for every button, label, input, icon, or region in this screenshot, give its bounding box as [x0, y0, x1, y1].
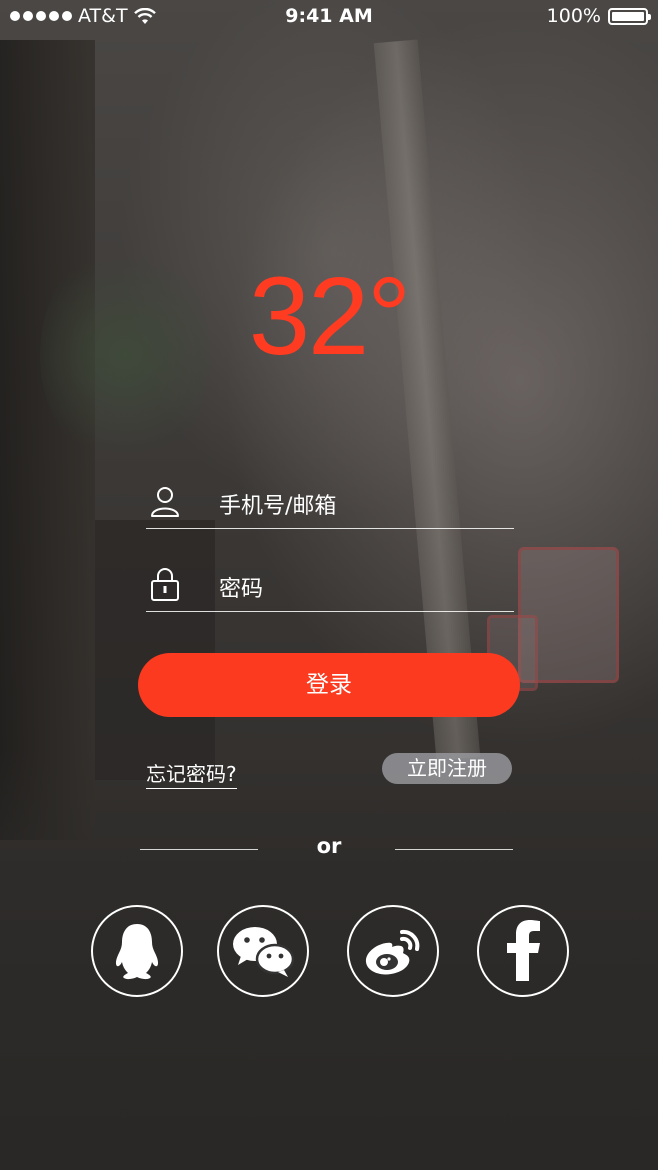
register-button[interactable]: 立即注册 — [382, 753, 512, 784]
divider-or-text: or — [316, 834, 342, 858]
facebook-login-button[interactable] — [477, 905, 569, 997]
login-button[interactable]: 登录 — [138, 653, 520, 717]
password-field[interactable]: 密码 — [146, 565, 514, 612]
status-bar: AT&T 9:41 AM 100% — [0, 0, 658, 34]
weibo-icon — [365, 929, 420, 975]
wechat-icon — [233, 927, 295, 977]
user-icon — [151, 487, 179, 517]
weibo-login-button[interactable] — [347, 905, 439, 997]
password-placeholder: 密码 — [219, 577, 264, 602]
wechat-login-button[interactable] — [217, 905, 309, 997]
forgot-password-link[interactable]: 忘记密码? — [146, 758, 237, 789]
username-placeholder: 手机号/邮箱 — [219, 494, 337, 519]
username-field[interactable]: 手机号/邮箱 — [146, 482, 514, 529]
qq-icon — [115, 924, 159, 980]
qq-login-button[interactable] — [91, 905, 183, 997]
battery-icon — [608, 7, 651, 25]
temperature-display: 32° — [248, 255, 411, 378]
battery-percent: 100% — [546, 5, 601, 27]
facebook-icon — [507, 920, 540, 981]
lock-icon — [151, 568, 179, 601]
divider-line-right — [395, 849, 513, 850]
